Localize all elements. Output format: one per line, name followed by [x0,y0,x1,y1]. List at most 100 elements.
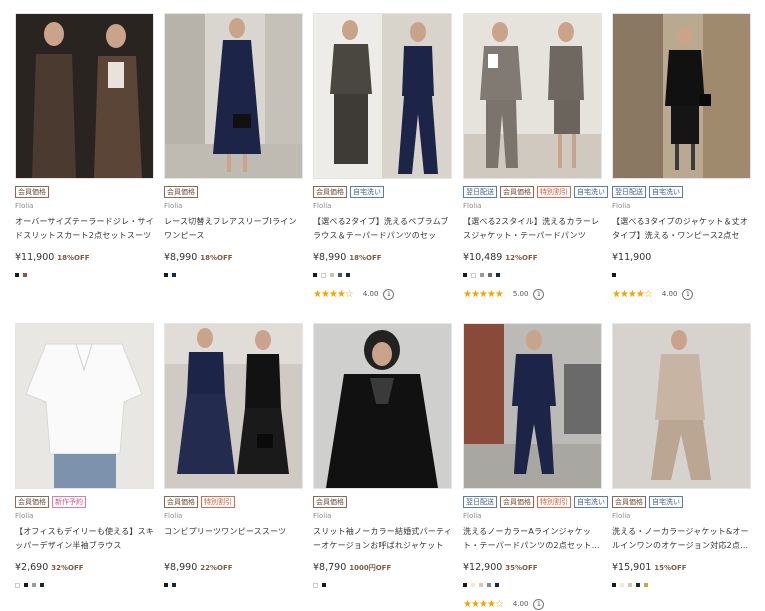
color-swatch[interactable] [612,583,616,587]
product-card[interactable]: 会員価格 特別割引 Flolia コンビプリーツワンピーススーツ ¥8,990 2… [164,323,303,588]
product-card[interactable]: 会員価格 Flolia レース切替えフレアスリーブIラインワンピース ¥8,99… [164,13,303,278]
color-swatch[interactable] [496,273,500,277]
product-image[interactable] [164,13,303,179]
brand-name: Flolia [164,202,183,210]
color-swatch[interactable] [172,273,176,277]
color-swatch[interactable] [463,273,467,277]
product-title[interactable]: スリット袖ノーカラー結婚式パーティーオケージョンお呼ばれジャケット [313,525,452,553]
color-swatch[interactable] [612,273,616,277]
product-title[interactable]: 【選べる2スタイル】洗えるカラーレスジャケット・テーパードパンツor… [463,215,602,243]
color-swatch[interactable] [338,273,342,277]
color-swatch[interactable] [471,583,475,587]
price-value: ¥10,489 [463,252,503,263]
product-title[interactable]: コンビプリーツワンピーススーツ [164,525,303,553]
color-swatch[interactable] [172,583,176,587]
discount-label: 18%OFF [200,254,233,262]
product-image[interactable] [15,13,154,179]
brand-name: Flolia [313,512,332,520]
product-card[interactable]: 翌日配送 会員価格 特別割引 自宅洗い Flolia 洗えるノーカラーAラインジ… [463,323,608,610]
product-image[interactable] [612,13,751,179]
tag-member-price: 会員価格 [313,496,347,508]
color-swatch[interactable] [463,583,467,587]
tag-member-price: 会員価格 [500,186,534,198]
color-swatches [313,583,452,588]
color-swatch[interactable] [23,273,27,277]
discount-label: 18%OFF [349,254,382,262]
color-swatch[interactable] [322,583,326,587]
product-image[interactable] [313,323,452,489]
product-title[interactable]: 【選べる3タイプのジャケット＆丈オタイプ】洗える・ワンピース2点セッ… [612,215,751,243]
price: ¥11,900 18%OFF [15,252,154,266]
color-swatch[interactable] [313,583,318,588]
color-swatches [463,273,602,278]
discount-label: 32%OFF [51,564,84,572]
product-title[interactable]: オーバーサイズテーラードジレ・サイドスリットスカート2点セットスーツ [15,215,154,243]
tag-list: 会員価格 新作予約 [15,496,154,508]
tag-member-price: 会員価格 [15,186,49,198]
color-swatches [15,273,154,278]
price: ¥2,690 32%OFF [15,562,154,576]
color-swatches [612,273,751,278]
color-swatch[interactable] [15,273,19,277]
tag-next-day: 翌日配送 [612,186,646,198]
color-swatch[interactable] [620,583,624,587]
price-value: ¥15,901 [612,562,652,573]
color-swatches [612,583,751,588]
product-title[interactable]: 【選べる2タイプ】洗えるペプラムブラウス＆テーパードパンツのセット… [313,215,452,243]
rating-value: 4.00 [512,600,529,608]
price-value: ¥8,990 [164,562,198,573]
product-title[interactable]: 【オフィスもデイリーも使える】スキッパーデザイン半袖ブラウス [15,525,154,553]
product-card[interactable]: 翌日配送 自宅洗い Flolia 【選べる3タイプのジャケット＆丈オタイプ】洗え… [612,13,751,300]
tag-special-discount: 特別割引 [537,496,571,508]
product-title[interactable]: 洗える・ノーカラージャケット&オールインワンのオケージョン対応2点… [612,525,751,553]
color-swatch[interactable] [479,583,483,587]
color-swatch[interactable] [636,583,640,587]
color-swatch[interactable] [488,273,492,277]
product-image[interactable] [164,323,303,489]
color-swatch[interactable] [644,583,648,587]
tag-member-price: 会員価格 [15,496,49,508]
color-swatch[interactable] [495,583,499,587]
product-card[interactable]: 翌日配送 会員価格 特別割引 自宅洗い Flolia 【選べる2スタイル】洗える… [463,13,608,300]
color-swatch[interactable] [15,583,20,588]
product-title[interactable]: 洗えるノーカラーAラインジャケット・テーパードパンツの2点セット… [463,525,602,553]
color-swatch[interactable] [346,273,350,277]
product-card[interactable]: 会員価格 新作予約 Flolia 【オフィスもデイリーも使える】スキッパーデザイ… [15,323,154,588]
review-count[interactable]: 1 [682,288,694,300]
product-card[interactable]: 会員価格 Flolia スリット袖ノーカラー結婚式パーティーオケージョンお呼ばれ… [313,323,452,588]
tag-member-price: 会員価格 [164,186,198,198]
color-swatch[interactable] [164,273,168,277]
discount-label: 1000円OFF [349,564,392,572]
color-swatch[interactable] [321,273,326,278]
product-image[interactable] [15,323,154,489]
color-swatch[interactable] [487,583,491,587]
product-image[interactable] [463,323,602,489]
color-swatch[interactable] [313,273,317,277]
product-card[interactable]: 会員価格 自宅洗い Flolia 【選べる2タイプ】洗えるペプラムブラウス＆テー… [313,13,452,300]
review-count[interactable]: 1 [383,288,395,300]
tag-list: 会員価格 [15,186,154,198]
color-swatch[interactable] [40,583,44,587]
color-swatch[interactable] [32,583,36,587]
star-rating-icon: ★★★★☆ [612,288,653,300]
color-swatch[interactable] [480,273,484,277]
product-image[interactable] [313,13,452,179]
color-swatch[interactable] [471,273,476,278]
tag-list: 会員価格 [164,186,303,198]
rating-value: 4.00 [661,290,678,298]
color-swatch[interactable] [24,583,28,587]
tag-list: 翌日配送 会員価格 特別割引 自宅洗い [463,496,608,508]
product-image[interactable] [463,13,602,179]
review-count[interactable]: 1 [533,598,545,610]
product-card[interactable]: 会員価格 Flolia オーバーサイズテーラードジレ・サイドスリットスカート2点… [15,13,154,278]
price: ¥15,901 15%OFF [612,562,751,576]
product-card[interactable]: 会員価格 自宅洗い Flolia 洗える・ノーカラージャケット&オールインワンの… [612,323,751,588]
product-title[interactable]: レース切替えフレアスリーブIラインワンピース [164,215,303,243]
color-swatch[interactable] [164,583,168,587]
price-value: ¥2,690 [15,562,49,573]
color-swatch[interactable] [330,273,334,277]
color-swatch[interactable] [628,583,632,587]
star-rating-icon: ★★★★☆ [313,288,354,300]
review-count[interactable]: 1 [533,288,545,300]
product-image[interactable] [612,323,751,489]
